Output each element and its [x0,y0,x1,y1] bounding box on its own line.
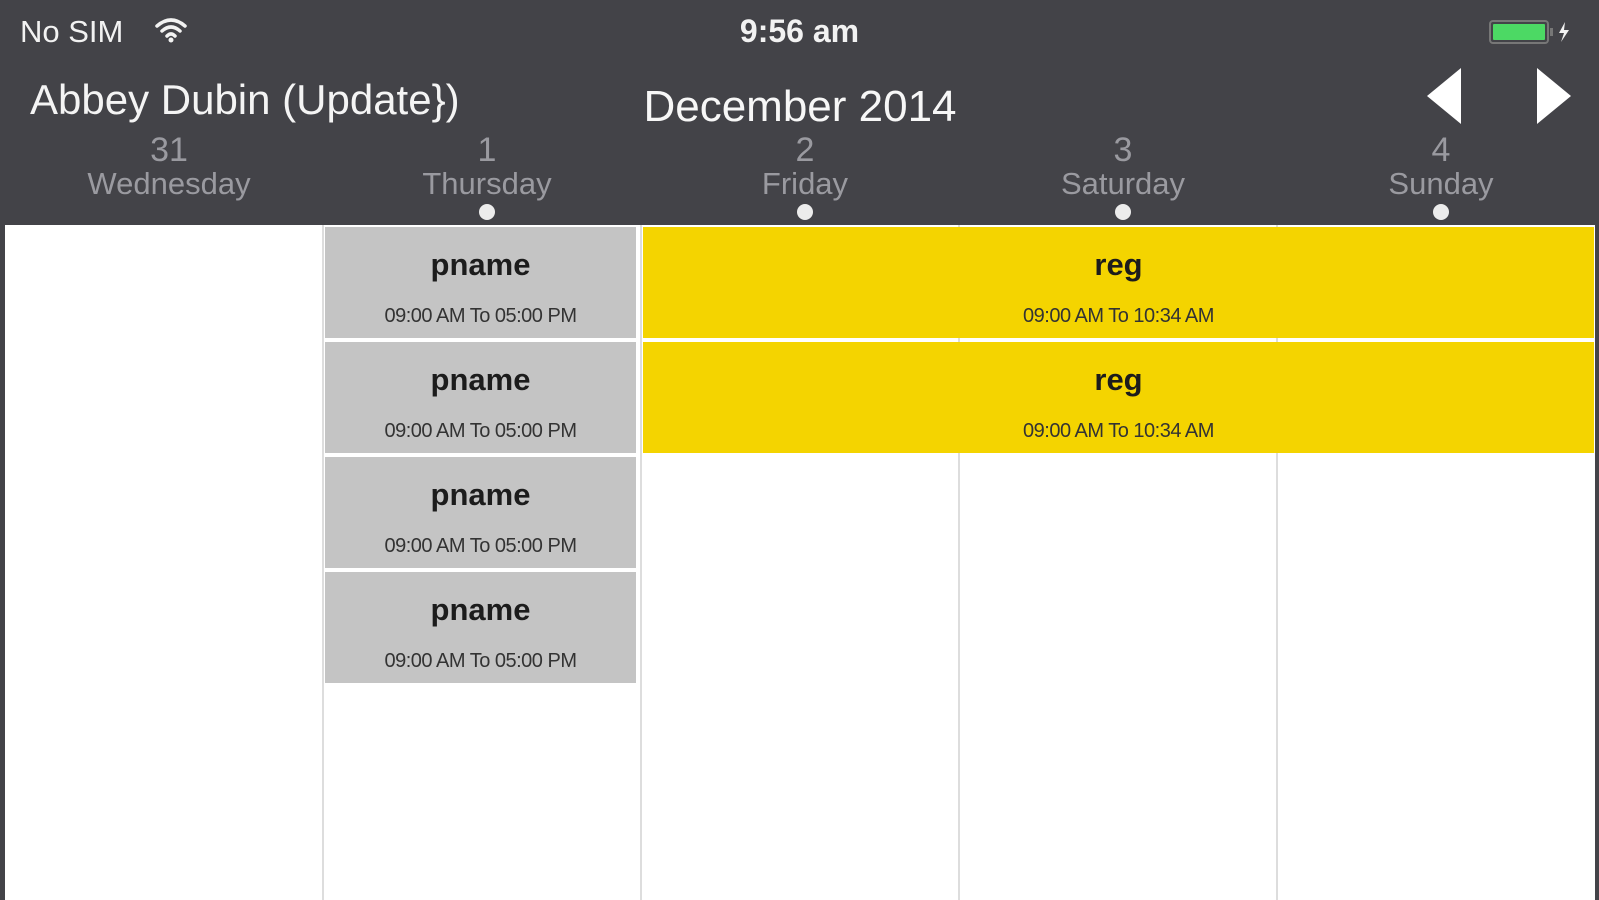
event-time: 09:00 AM To 10:34 AM [1023,305,1214,327]
multi-day-event-block[interactable]: reg 09:00 AM To 10:34 AM [643,342,1594,453]
event-time: 09:00 AM To 05:00 PM [384,305,577,327]
event-title: reg [1094,247,1143,282]
day-number: 3 [1113,131,1133,169]
column-divider [322,225,324,900]
day-number: 31 [150,131,188,169]
day-number: 2 [795,131,815,169]
window-edge [1595,225,1599,900]
day-number: 1 [477,131,497,169]
status-bar: No SIM 9:56 am [0,0,1599,62]
day-name: Wednesday [87,166,251,201]
day-header-2[interactable]: 2 Friday [646,132,964,222]
day-name: Thursday [422,166,552,201]
battery-charging-icon [1489,18,1577,46]
event-block[interactable]: pname 09:00 AM To 05:00 PM [325,227,636,338]
column-divider [640,225,642,900]
day-number: 4 [1431,131,1451,169]
previous-week-button[interactable] [1414,64,1474,128]
event-indicator-dot [1433,204,1449,220]
event-title: pname [430,592,531,627]
event-indicator-dot [479,204,495,220]
day-name: Saturday [1060,166,1186,201]
event-title: pname [430,247,531,282]
event-title: reg [1094,362,1143,397]
window-edge [0,225,5,900]
calendar-header: No SIM 9:56 am Abbey Dubin (Update}) Dec… [0,0,1599,225]
day-name: Sunday [1388,166,1494,201]
calendar-grid: pname 09:00 AM To 05:00 PM pname 09:00 A… [0,225,1599,900]
event-title: pname [430,477,531,512]
multi-day-event-block[interactable]: reg 09:00 AM To 10:34 AM [643,227,1594,338]
day-header-31[interactable]: 31 Wednesday [10,132,328,222]
event-indicator-dot [797,204,813,220]
event-time: 09:00 AM To 05:00 PM [384,650,577,672]
day-header-3[interactable]: 3 Saturday [964,132,1282,222]
month-title: December 2014 [643,82,957,131]
chevron-right-icon [1537,68,1571,124]
event-block[interactable]: pname 09:00 AM To 05:00 PM [325,457,636,568]
event-time: 09:00 AM To 05:00 PM [384,535,577,557]
event-indicator-dot [1115,204,1131,220]
next-week-button[interactable] [1524,64,1584,128]
event-time: 09:00 AM To 05:00 PM [384,420,577,442]
event-block[interactable]: pname 09:00 AM To 05:00 PM [325,342,636,453]
user-name-title: Abbey Dubin (Update}) [30,76,460,123]
day-header-1[interactable]: 1 Thursday [328,132,646,222]
event-block[interactable]: pname 09:00 AM To 05:00 PM [325,572,636,683]
chevron-left-icon [1427,68,1461,124]
event-time: 09:00 AM To 10:34 AM [1023,420,1214,442]
day-header-4[interactable]: 4 Sunday [1282,132,1599,222]
event-title: pname [430,362,531,397]
status-time: 9:56 am [739,13,860,49]
day-name: Friday [761,166,849,201]
